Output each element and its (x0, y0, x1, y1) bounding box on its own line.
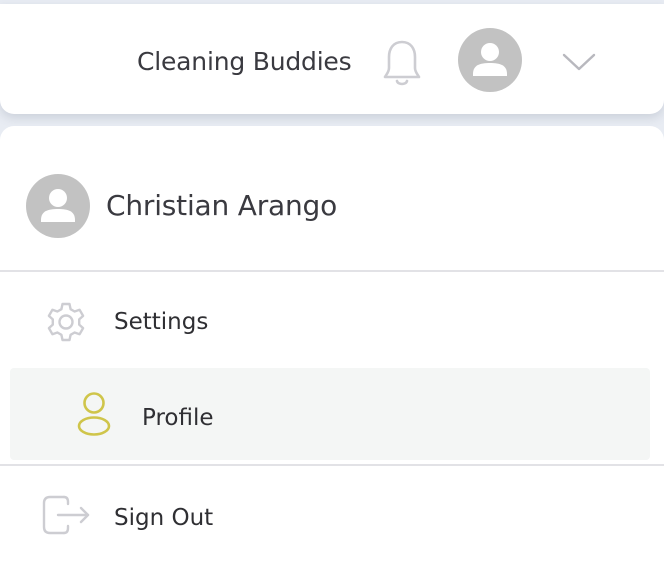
menu-item-settings[interactable]: Settings (0, 276, 664, 368)
company-name: Cleaning Buddies (137, 47, 352, 76)
user-name: Christian Arango (106, 189, 338, 222)
dropdown-user-header: Christian Arango (0, 126, 664, 271)
gear-icon (47, 302, 85, 342)
user-avatar-icon (473, 43, 507, 76)
sign-out-icon (42, 495, 90, 535)
menu-item-label: Settings (114, 309, 209, 335)
user-dropdown-menu: Christian Arango Settings Profile Sign O… (0, 126, 664, 572)
bell-icon[interactable] (380, 38, 424, 88)
menu-item-sign-out[interactable]: Sign Out (0, 470, 664, 562)
menu-item-profile[interactable]: Profile (10, 368, 650, 460)
user-icon (77, 392, 111, 436)
divider (0, 464, 664, 466)
user-avatar-icon (41, 189, 75, 222)
divider (0, 270, 664, 272)
menu-item-label: Sign Out (114, 505, 214, 531)
top-header: Cleaning Buddies (0, 4, 664, 114)
dropdown-avatar (26, 174, 90, 238)
header-avatar[interactable] (458, 28, 522, 92)
menu-item-label: Profile (142, 405, 214, 431)
chevron-down-icon[interactable] (560, 46, 598, 76)
